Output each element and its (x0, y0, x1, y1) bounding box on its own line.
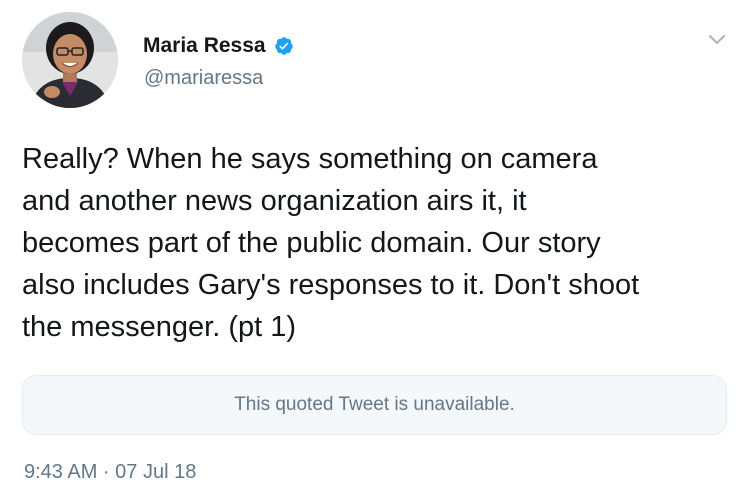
author-handle[interactable]: @mariaressa (144, 66, 263, 90)
quoted-tweet-card[interactable]: This quoted Tweet is unavailable. (22, 375, 727, 435)
author-name-row[interactable]: Maria Ressa (143, 34, 294, 58)
tweet-text: Really? When he says something on camera… (22, 143, 640, 343)
avatar-image (22, 12, 118, 108)
author-name[interactable]: Maria Ressa (143, 34, 266, 58)
tweet-timestamp[interactable]: 9:43 AM · 07 Jul 18 (24, 460, 196, 484)
chevron-down-icon[interactable] (705, 28, 729, 52)
verified-badge-icon (274, 36, 294, 56)
quoted-tweet-unavailable-text: This quoted Tweet is unavailable. (234, 394, 515, 415)
avatar[interactable] (22, 12, 118, 108)
tweet-card: Maria Ressa @mariaressa Really? When he … (0, 0, 750, 504)
